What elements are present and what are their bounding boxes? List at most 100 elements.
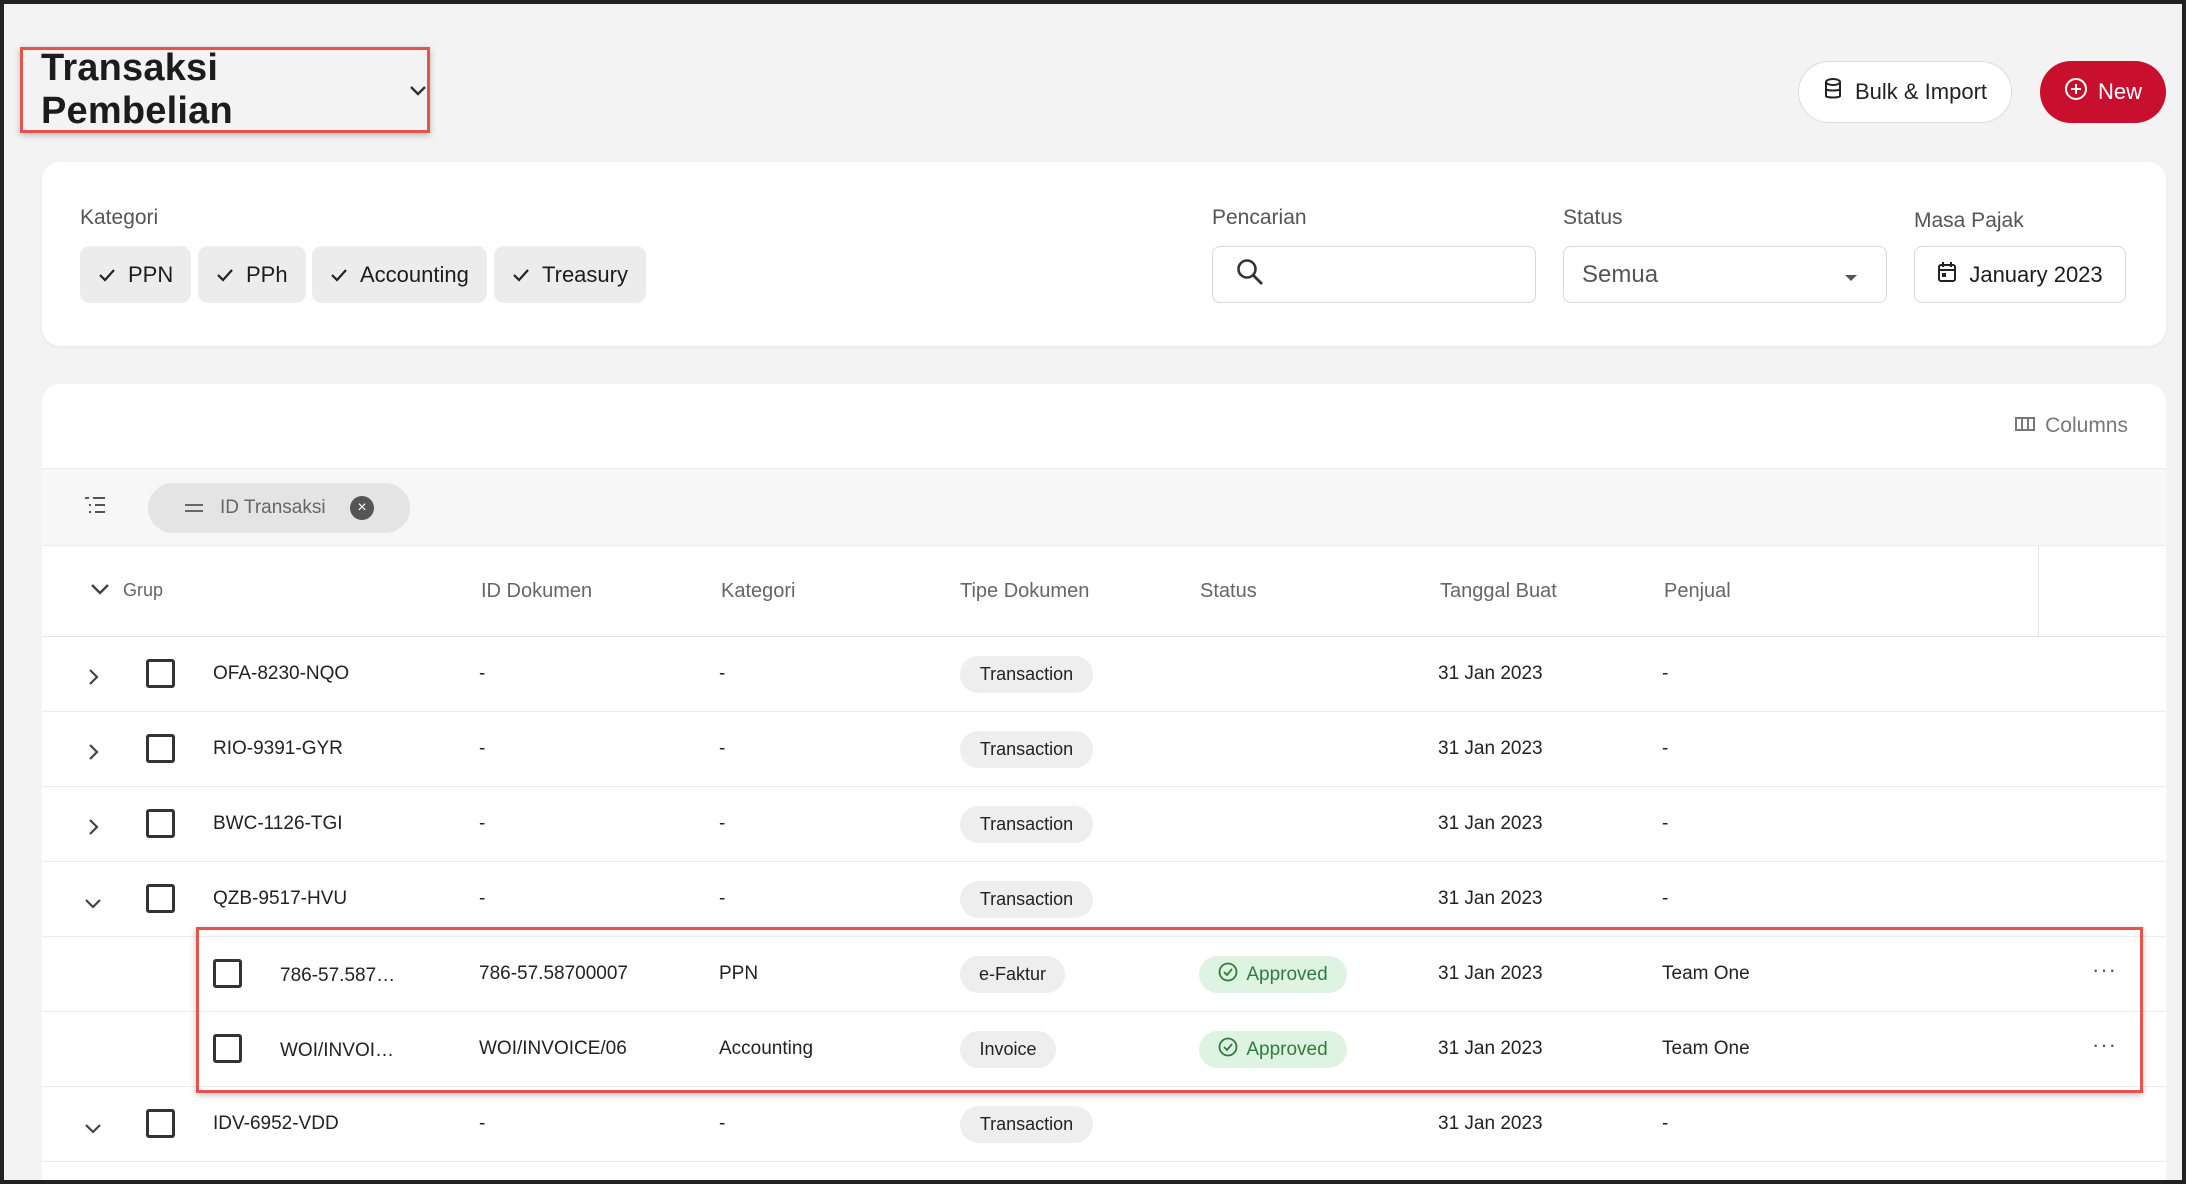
plus-circle-icon: [2064, 77, 2088, 107]
row-penjual: -: [1662, 738, 1669, 759]
table-row[interactable]: BWC-1126-TGI - - Transaction 31 Jan 2023…: [42, 787, 2166, 862]
row-id-dokumen: 786-57.58700007: [479, 963, 628, 984]
row-id-dokumen: -: [479, 813, 486, 834]
close-circle-icon[interactable]: ×: [350, 496, 374, 520]
chevron-down-icon: [409, 84, 427, 102]
row-tipe-dokumen: e-Faktur: [960, 956, 1065, 993]
row-checkbox[interactable]: [146, 809, 175, 838]
more-horizontal-icon[interactable]: ···: [2092, 957, 2117, 983]
table-row[interactable]: QZB-9517-HVU - - Transaction 31 Jan 2023…: [42, 862, 2166, 937]
row-checkbox[interactable]: [146, 659, 175, 688]
kategori-chip-ppn[interactable]: PPN: [80, 246, 192, 303]
chevron-down-icon[interactable]: [84, 897, 102, 915]
row-kategori: -: [719, 1113, 726, 1134]
row-tipe-dokumen: Transaction: [960, 731, 1093, 768]
header-status[interactable]: Status: [1200, 580, 1257, 603]
list-indent-icon[interactable]: [84, 495, 106, 520]
header-penjual[interactable]: Penjual: [1664, 580, 1731, 603]
group-chip-id-transaksi[interactable]: ID Transaksi ×: [148, 483, 410, 533]
row-checkbox[interactable]: [213, 1034, 242, 1063]
status-label: Status: [1563, 206, 1623, 229]
chevron-down-icon[interactable]: [84, 1122, 102, 1140]
table-row[interactable]: IDV-6952-VDD - - Transaction 31 Jan 2023…: [42, 1087, 2166, 1162]
header-id-dokumen[interactable]: ID Dokumen: [481, 580, 592, 603]
columns-icon: [2015, 414, 2036, 438]
chevron-right-icon[interactable]: [88, 818, 100, 841]
masa-pajak-picker[interactable]: January 2023: [1914, 246, 2126, 303]
search-input[interactable]: [1212, 246, 1536, 303]
table-header: Grup ID Dokumen Kategori Tipe Dokumen St…: [42, 546, 2166, 637]
check-icon: [216, 262, 234, 288]
header-divider: [2038, 546, 2039, 637]
kategori-chip-label: PPh: [246, 261, 288, 287]
status-badge: Approved: [1199, 956, 1347, 993]
columns-button[interactable]: Columns: [2015, 414, 2128, 438]
row-tipe-dokumen: Transaction: [960, 1106, 1093, 1143]
status-select-value: Semua: [1582, 260, 1659, 288]
header-tipe-dokumen[interactable]: Tipe Dokumen: [960, 580, 1089, 603]
chevron-right-icon[interactable]: [88, 743, 100, 766]
row-tanggal: 31 Jan 2023: [1438, 813, 1543, 834]
header-tanggal-buat[interactable]: Tanggal Buat: [1440, 580, 1557, 603]
status-badge: Approved: [1199, 1031, 1347, 1068]
row-kategori: -: [719, 738, 726, 759]
transactions-table: Columns ID Transaksi × Grup ID Dokumen K…: [42, 384, 2166, 1184]
row-id-dokumen: -: [479, 738, 486, 759]
table-row[interactable]: RIO-9391-GYR - - Transaction 31 Jan 2023…: [42, 712, 2166, 787]
row-penjual: -: [1662, 813, 1669, 834]
check-icon: [98, 262, 116, 288]
bulk-import-label: Bulk & Import: [1854, 79, 1988, 104]
status-select[interactable]: Semua: [1563, 246, 1887, 303]
more-horizontal-icon[interactable]: ···: [2092, 1032, 2117, 1058]
new-label: New: [2097, 79, 2142, 104]
row-tanggal: 31 Jan 2023: [1438, 663, 1543, 684]
row-kategori: -: [719, 888, 726, 909]
row-penjual: Team One: [1662, 1038, 1750, 1059]
check-icon: [512, 262, 530, 288]
row-checkbox[interactable]: [213, 959, 242, 988]
kategori-chip-pph[interactable]: PPh: [198, 246, 306, 303]
group-chip-label: ID Transaksi: [220, 497, 326, 518]
row-penjual: -: [1662, 1113, 1669, 1134]
kategori-chip-label: PPN: [128, 261, 174, 287]
row-tanggal: 31 Jan 2023: [1438, 1113, 1543, 1134]
kategori-chip-accounting[interactable]: Accounting: [312, 246, 487, 303]
row-kategori: PPN: [719, 963, 759, 984]
table-child-row[interactable]: 786-57.587… 786-57.58700007 PPN e-Faktur…: [42, 937, 2166, 1012]
table-row[interactable]: OFA-8230-NQO - - Transaction 31 Jan 2023…: [42, 637, 2166, 712]
row-document-name: WOI/INVOI…: [280, 1040, 394, 1061]
collapse-all-chevron-icon[interactable]: [90, 582, 110, 600]
row-id-dokumen: -: [479, 1113, 486, 1134]
header-grup: Grup: [123, 580, 164, 600]
row-tanggal: 31 Jan 2023: [1438, 963, 1543, 984]
row-group-id: BWC-1126-TGI: [213, 813, 343, 834]
page-title: Transaksi Pembelian: [41, 47, 233, 132]
status-badge-label: Approved: [1246, 1038, 1328, 1060]
page-title-dropdown[interactable]: Transaksi Pembelian: [20, 47, 430, 133]
row-checkbox[interactable]: [146, 884, 175, 913]
new-button[interactable]: New: [2040, 61, 2166, 123]
check-circle-icon: [1218, 962, 1238, 988]
row-group-id: OFA-8230-NQO: [213, 663, 350, 684]
row-tipe-dokumen: Invoice: [960, 1031, 1056, 1068]
row-penjual: -: [1662, 663, 1669, 684]
bulk-import-button[interactable]: Bulk & Import: [1798, 61, 2012, 123]
check-icon: [330, 262, 348, 288]
row-penjual: Team One: [1662, 963, 1750, 984]
check-circle-icon: [1218, 1037, 1238, 1063]
database-icon: [1823, 78, 1843, 106]
row-checkbox[interactable]: [146, 1109, 175, 1138]
row-tanggal: 31 Jan 2023: [1438, 738, 1543, 759]
masa-pajak-value: January 2023: [1969, 261, 2103, 287]
chevron-right-icon[interactable]: [88, 668, 100, 691]
kategori-chip-treasury[interactable]: Treasury: [494, 246, 646, 303]
drag-handle-icon: [184, 497, 204, 519]
calendar-icon: [1937, 261, 1957, 289]
row-kategori: Accounting: [719, 1038, 814, 1059]
header-kategori[interactable]: Kategori: [721, 580, 796, 603]
row-checkbox[interactable]: [146, 734, 175, 763]
filter-panel: Kategori PPN PPh Accounting Treasury Pen…: [42, 162, 2166, 346]
row-id-dokumen: -: [479, 888, 486, 909]
masa-pajak-label: Masa Pajak: [1914, 209, 2024, 232]
table-child-row[interactable]: WOI/INVOI… WOI/INVOICE/06 Accounting Inv…: [42, 1012, 2166, 1087]
